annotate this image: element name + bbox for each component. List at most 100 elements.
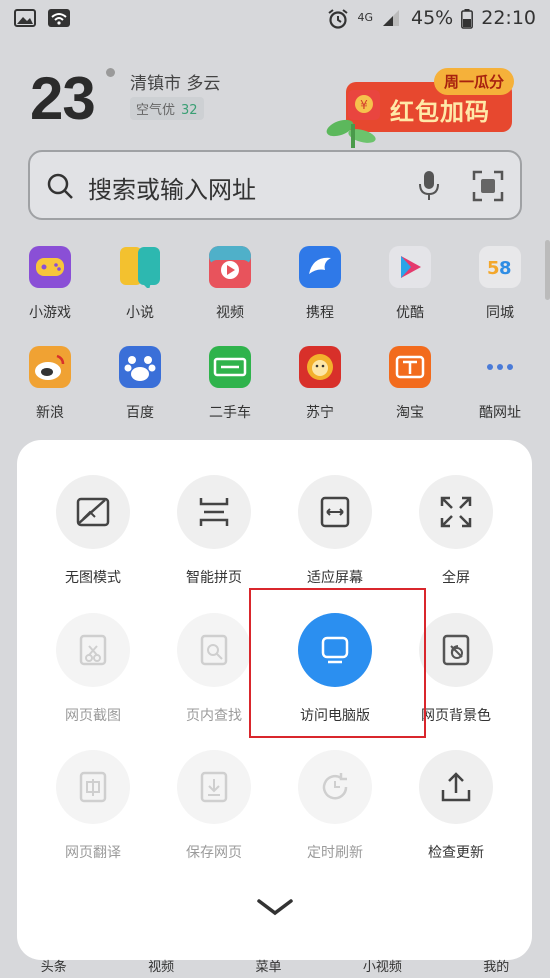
auto-refresh-button[interactable]: 定时刷新: [275, 750, 395, 862]
fullscreen-button[interactable]: 全屏: [396, 475, 516, 587]
app-used-car[interactable]: 二手车: [185, 346, 275, 422]
signal-icon: [381, 9, 403, 27]
tool-label: 定时刷新: [307, 845, 363, 861]
app-novel[interactable]: 小说: [95, 246, 185, 322]
tool-label: 全屏: [442, 570, 470, 586]
app-suning[interactable]: 苏宁: [275, 346, 365, 422]
no-image-icon: [56, 475, 130, 549]
search-bar[interactable]: 搜索或输入网址: [28, 150, 522, 220]
promo-title: 红包加码: [390, 98, 490, 126]
lion-icon: [299, 346, 341, 388]
svg-text:¥: ¥: [360, 98, 368, 112]
paw-icon: [119, 346, 161, 388]
nav-mine[interactable]: 我的: [483, 956, 509, 978]
air-quality-value: 32: [181, 103, 198, 118]
air-quality-label: 空气优: [136, 103, 176, 118]
fit-screen-icon: [298, 475, 372, 549]
book-icon: [119, 246, 161, 290]
guazi-icon: [209, 346, 251, 388]
fullscreen-icon: [419, 475, 493, 549]
nav-menu[interactable]: 菜单: [255, 956, 281, 978]
tool-label: 保存网页: [186, 845, 242, 861]
58-icon: 58: [479, 246, 521, 288]
red-envelope-icon: ¥: [348, 90, 380, 120]
app-label: 优酷: [396, 305, 424, 321]
scrollbar[interactable]: [545, 240, 550, 300]
tool-label: 无图模式: [65, 570, 121, 586]
app-taobao[interactable]: 淘宝: [365, 346, 455, 422]
download-icon: [177, 750, 251, 824]
play-icon: [209, 246, 251, 288]
search-icon: [47, 173, 73, 199]
gamepad-icon: [29, 246, 71, 288]
app-label: 小说: [126, 305, 154, 321]
app-label: 百度: [126, 405, 154, 421]
app-label: 视频: [216, 305, 244, 321]
battery-icon: [461, 9, 474, 29]
check-update-button[interactable]: 检查更新: [396, 750, 516, 862]
promo-banner[interactable]: ¥ 红包加码 周一瓜分: [324, 62, 514, 150]
tool-label: 智能拼页: [186, 570, 242, 586]
youku-icon: [389, 246, 431, 288]
microphone-icon[interactable]: [418, 170, 440, 202]
app-video[interactable]: 视频: [185, 246, 275, 322]
scan-icon[interactable]: [472, 170, 504, 202]
app-label: 携程: [306, 305, 334, 321]
find-icon: [177, 613, 251, 687]
translate-icon: [56, 750, 130, 824]
battery-percent: 45%: [411, 7, 454, 29]
screenshot-button[interactable]: 网页截图: [33, 613, 153, 725]
app-mini-game[interactable]: 小游戏: [5, 246, 95, 322]
tool-label: 适应屏幕: [307, 570, 363, 586]
translate-button[interactable]: 网页翻译: [33, 750, 153, 862]
app-58-city[interactable]: 58 同城: [455, 246, 545, 322]
scissors-icon: [56, 613, 130, 687]
promo-tag: 周一瓜分: [434, 68, 514, 95]
svg-text:5: 5: [487, 258, 500, 279]
temperature[interactable]: 23: [30, 64, 96, 133]
alarm-icon: [327, 9, 349, 29]
svg-text:8: 8: [499, 258, 512, 279]
degree-icon: [106, 68, 115, 77]
save-page-button[interactable]: 保存网页: [154, 750, 274, 862]
wifi-icon: [48, 9, 70, 27]
smart-page-icon: [177, 475, 251, 549]
app-label: 小游戏: [29, 305, 71, 321]
tool-label: 检查更新: [428, 845, 484, 861]
tool-label: 网页截图: [65, 708, 121, 724]
gallery-icon: [14, 9, 36, 27]
app-label: 新浪: [36, 405, 64, 421]
app-label: 二手车: [209, 405, 251, 421]
palette-icon: [419, 613, 493, 687]
nav-short-video[interactable]: 小视频: [363, 956, 402, 978]
app-more-sites[interactable]: 酷网址: [455, 346, 545, 422]
fit-screen-button[interactable]: 适应屏幕: [275, 475, 395, 587]
app-baidu[interactable]: 百度: [95, 346, 185, 422]
app-ctrip[interactable]: 携程: [275, 246, 365, 322]
app-label: 淘宝: [396, 405, 424, 421]
network-type: 4G: [357, 11, 373, 24]
nav-video[interactable]: 视频: [148, 956, 174, 978]
bottom-nav: 头条 视频 菜单 小视频 我的: [0, 956, 550, 978]
app-sina[interactable]: 新浪: [5, 346, 95, 422]
app-label: 苏宁: [306, 405, 334, 421]
search-placeholder: 搜索或输入网址: [88, 176, 256, 204]
no-image-mode-button[interactable]: 无图模式: [33, 475, 153, 587]
chevron-down-icon[interactable]: [255, 895, 295, 919]
taobao-icon: [389, 346, 431, 388]
app-label: 同城: [486, 305, 514, 321]
city-weather[interactable]: 清镇市 多云: [130, 69, 220, 94]
refresh-timer-icon: [298, 750, 372, 824]
upload-icon: [419, 750, 493, 824]
app-youku[interactable]: 优酷: [365, 246, 455, 322]
clock: 22:10: [481, 7, 536, 29]
weibo-icon: [29, 346, 71, 388]
status-bar: 4G 45% 22:10: [0, 0, 550, 36]
highlight-frame: [249, 588, 426, 738]
nav-headlines[interactable]: 头条: [41, 956, 67, 978]
more-dots-icon: [479, 346, 521, 388]
air-quality-badge: 空气优 32: [130, 97, 204, 120]
app-label: 酷网址: [479, 405, 521, 421]
smart-page-button[interactable]: 智能拼页: [154, 475, 274, 587]
tool-label: 网页翻译: [65, 845, 121, 861]
